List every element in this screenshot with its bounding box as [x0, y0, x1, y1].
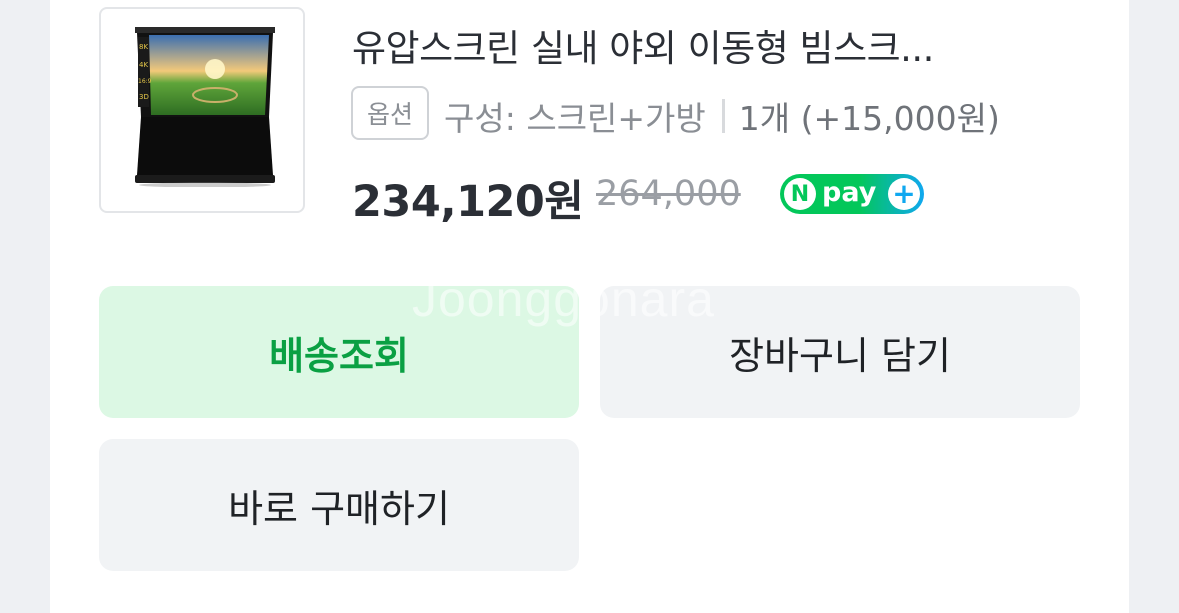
product-thumbnail[interactable]: 8K 4K 16:9 3D: [99, 7, 305, 213]
npay-plus-badge: N pay +: [780, 174, 924, 214]
screen-tag: 3D: [139, 93, 149, 101]
screen-tag: 16:9: [138, 78, 152, 85]
track-shipment-button[interactable]: 배송조회: [99, 286, 579, 418]
plus-icon: +: [888, 178, 920, 210]
option-badge: 옵션: [351, 86, 429, 140]
product-title[interactable]: 유압스크린 실내 야외 이동형 빔스크...: [352, 18, 1052, 72]
add-to-cart-button[interactable]: 장바구니 담기: [600, 286, 1080, 418]
sale-price: 234,120원: [352, 177, 584, 227]
npay-label: pay: [822, 177, 877, 208]
option-label: 구성: 스크린+가방: [444, 99, 706, 138]
npay-n-icon: N: [784, 178, 816, 210]
buy-now-button[interactable]: 바로 구매하기: [99, 439, 579, 571]
option-summary: 구성: 스크린+가방 1개 (+15,000원): [444, 92, 1000, 140]
option-quantity: 1개 (+15,000원): [738, 99, 1000, 138]
original-price: 264,000: [596, 174, 741, 214]
projector-screen-icon: 8K 4K 16:9 3D: [135, 27, 275, 187]
option-divider: [721, 99, 725, 133]
screen-tag: 4K: [139, 61, 148, 69]
screen-tag: 8K: [139, 43, 148, 51]
